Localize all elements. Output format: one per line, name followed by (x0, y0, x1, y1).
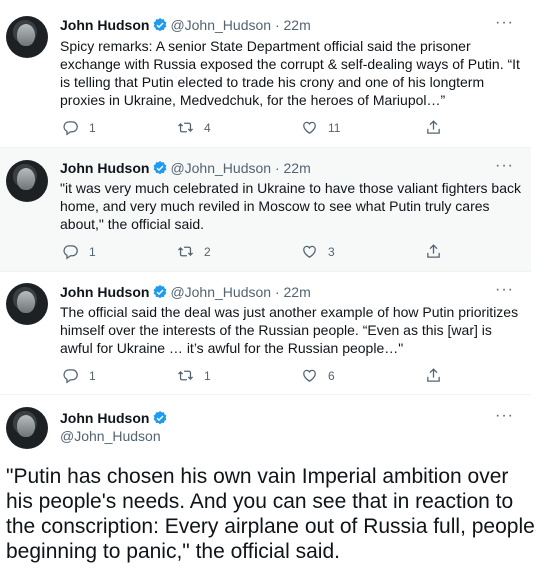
like-count: 11 (328, 120, 341, 135)
share-icon (427, 120, 440, 134)
share-icon (427, 244, 440, 258)
author-name[interactable]: John Hudson (60, 410, 149, 426)
share-icon (427, 368, 440, 382)
avatar[interactable] (6, 16, 48, 58)
verified-badge-icon (154, 285, 167, 299)
reply-button[interactable]: 1 (62, 367, 96, 384)
like-count: 3 (328, 244, 335, 259)
author-handle[interactable]: @John_Hudson (170, 160, 271, 176)
reply-count: 1 (89, 368, 96, 383)
heart-icon (303, 369, 316, 382)
tweet-2[interactable]: John Hudson @John_Hudson · 22m ··· "it wa… (0, 148, 531, 272)
separator-dot: · (274, 17, 280, 33)
retweet-button[interactable]: 4 (177, 119, 211, 136)
like-count: 6 (328, 368, 335, 383)
author-handle[interactable]: @John_Hudson (60, 428, 161, 444)
tweet-actions: 1 4 11 (62, 119, 462, 139)
avatar[interactable] (6, 407, 48, 449)
heart-icon (303, 245, 316, 258)
reply-button[interactable]: 1 (62, 243, 96, 260)
tweet-header: John Hudson (60, 409, 170, 427)
tweet-text: "Putin has chosen his own vain Imperial … (6, 465, 535, 563)
avatar[interactable] (6, 283, 48, 325)
reply-icon (63, 245, 78, 260)
retweet-count: 4 (204, 120, 211, 135)
heart-icon (303, 121, 316, 134)
more-options-button[interactable]: ··· (495, 157, 514, 175)
separator-dot: · (274, 160, 280, 176)
retweet-count: 2 (204, 244, 211, 259)
tweet-header: John Hudson @John_Hudson · 22m (60, 16, 311, 34)
avatar[interactable] (6, 160, 48, 202)
tweet-header: John Hudson @John_Hudson · 22m (60, 283, 311, 301)
reply-count: 1 (89, 120, 96, 135)
verified-badge-icon (154, 18, 167, 32)
author-handle[interactable]: @John_Hudson (170, 284, 271, 300)
author-handle[interactable]: @John_Hudson (170, 17, 271, 33)
retweet-count: 1 (204, 368, 211, 383)
like-button[interactable]: 3 (301, 243, 335, 260)
tweet-text: The official said the deal was just anot… (60, 304, 519, 356)
more-options-button[interactable]: ··· (495, 281, 514, 299)
separator-dot: · (274, 284, 280, 300)
retweet-icon (177, 370, 194, 381)
retweet-button[interactable]: 2 (177, 243, 211, 260)
tweet-text: Spicy remarks: A senior State Department… (60, 38, 520, 108)
more-options-button[interactable]: ··· (495, 407, 514, 425)
share-button[interactable] (425, 367, 442, 384)
timestamp[interactable]: 22m (284, 17, 311, 33)
timestamp[interactable]: 22m (284, 284, 311, 300)
retweet-icon (177, 122, 194, 133)
reply-button[interactable]: 1 (62, 119, 96, 136)
reply-icon (63, 369, 78, 384)
tweet-1[interactable]: John Hudson @John_Hudson · 22m ··· Spicy … (0, 0, 531, 148)
tweet-header: John Hudson @John_Hudson · 22m (60, 159, 311, 177)
retweet-icon (177, 246, 194, 257)
retweet-button[interactable]: 1 (177, 367, 211, 384)
tweet-3[interactable]: John Hudson @John_Hudson · 22m ··· The of… (0, 272, 531, 395)
verified-badge-icon (154, 411, 167, 425)
reply-count: 1 (89, 244, 96, 259)
more-options-button[interactable]: ··· (495, 14, 514, 32)
share-button[interactable] (425, 243, 442, 260)
tweet-actions: 1 1 6 (62, 367, 462, 387)
like-button[interactable]: 6 (301, 367, 335, 384)
tweet-text: "it was very much celebrated in Ukraine … (60, 180, 521, 232)
tweet-actions: 1 2 3 (62, 243, 462, 263)
share-button[interactable] (425, 119, 442, 136)
author-name[interactable]: John Hudson (60, 17, 149, 33)
author-name[interactable]: John Hudson (60, 160, 149, 176)
verified-badge-icon (154, 161, 167, 175)
timestamp[interactable]: 22m (284, 160, 311, 176)
like-button[interactable]: 11 (301, 119, 340, 136)
author-name[interactable]: John Hudson (60, 284, 149, 300)
main-tweet[interactable]: John Hudson ··· @John_Hudson "Putin has … (0, 395, 535, 570)
reply-icon (63, 121, 78, 136)
